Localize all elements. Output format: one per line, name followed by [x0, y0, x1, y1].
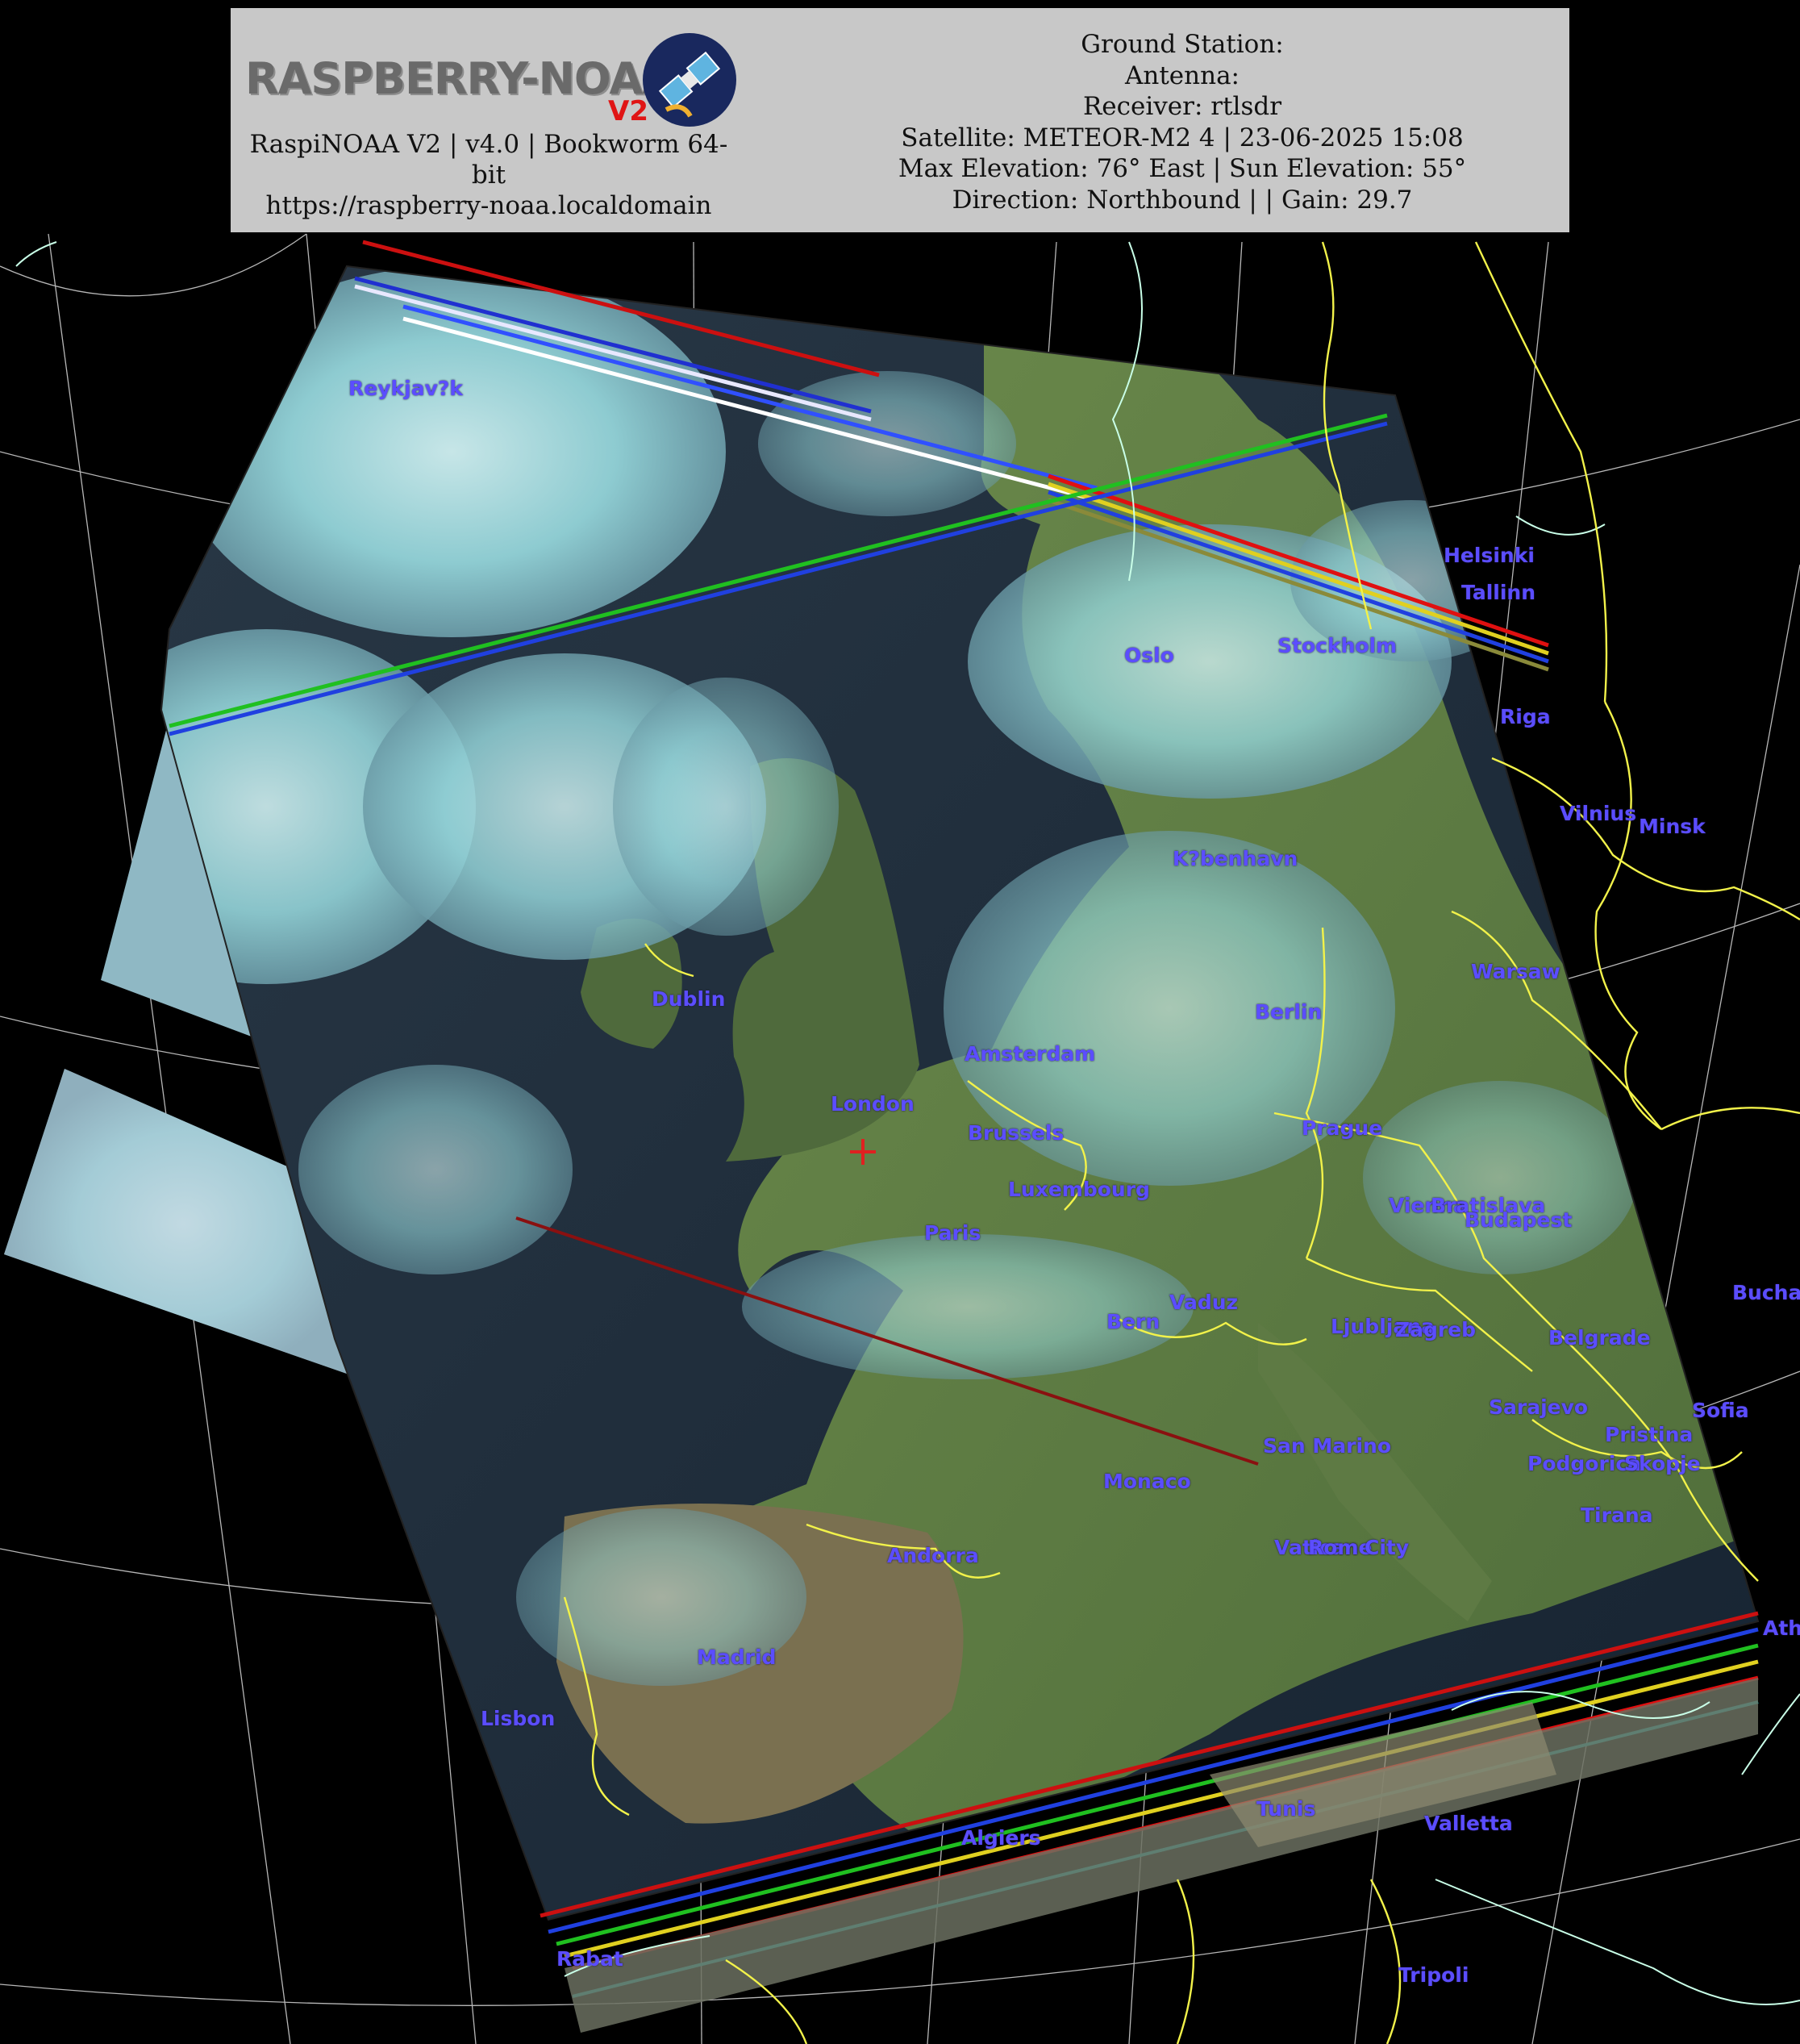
city-label: Stockholm	[1277, 634, 1398, 657]
antenna-line: Antenna:	[1124, 60, 1240, 90]
city-label: Tripoli	[1398, 1963, 1469, 1987]
direction-line: Direction: Northbound | | Gain: 29.7	[952, 185, 1413, 215]
city-label: Zagreb	[1395, 1318, 1477, 1341]
city-label: Pristina	[1605, 1423, 1694, 1446]
city-label: Rome	[1308, 1536, 1373, 1559]
info-line: https://raspberry-noaa.localdomain	[265, 191, 712, 220]
logo: RASPBERRY-NOAA V2	[239, 15, 739, 136]
city-label: Belgrade	[1548, 1326, 1651, 1349]
ground-station-line: Ground Station:	[1081, 30, 1284, 59]
city-label: Sarajevo	[1489, 1395, 1589, 1419]
city-label: Dublin	[652, 987, 726, 1011]
city-label: Luxembourg	[1008, 1178, 1150, 1201]
city-label: Sofia	[1692, 1399, 1749, 1422]
city-label: Bucha	[1732, 1281, 1800, 1304]
info-line: bit	[471, 161, 506, 190]
city-label: Monaco	[1103, 1470, 1191, 1493]
pass-info: Ground Station: Antenna: Receiver: rtlsd…	[795, 29, 1569, 215]
city-label: Reykjav?k	[348, 377, 463, 400]
system-info: RaspiNOAA V2 | v4.0 | Bookworm 64- bit h…	[231, 129, 747, 221]
satellite-map	[0, 0, 1800, 2044]
city-label: Algiers	[961, 1826, 1041, 1850]
city-label: City	[1365, 1536, 1410, 1559]
city-label: Vilnius	[1560, 802, 1637, 825]
city-label: Helsinki	[1444, 544, 1535, 567]
city-label: Tallinn	[1461, 581, 1536, 604]
city-label: London	[831, 1092, 915, 1116]
city-label: Minsk	[1639, 815, 1706, 838]
elevation-line: Max Elevation: 76° East | Sun Elevation:…	[898, 154, 1467, 183]
city-label: Vaduz	[1169, 1291, 1239, 1314]
city-label: Skopje	[1624, 1452, 1701, 1475]
receiver-line: Receiver: rtlsdr	[1082, 92, 1282, 121]
city-label: Oslo	[1124, 644, 1174, 667]
info-header: RASPBERRY-NOAA V2 RaspiNOAA V2 | v4.0 | …	[231, 8, 1569, 232]
city-label: Rabat	[556, 1947, 623, 1971]
city-label: Tirana	[1581, 1504, 1653, 1527]
city-label: Andorra	[887, 1544, 979, 1567]
city-label: Berlin	[1255, 1000, 1323, 1024]
city-label: San Marino	[1263, 1434, 1391, 1458]
city-label: Paris	[924, 1221, 981, 1245]
info-line: RaspiNOAA V2 | v4.0 | Bookworm 64-	[249, 130, 728, 159]
city-label: Warsaw	[1471, 960, 1560, 983]
satellite-line: Satellite: METEOR-M2 4 | 23-06-2025 15:0…	[901, 123, 1464, 152]
city-label: Bern	[1106, 1310, 1160, 1333]
city-label: Budapest	[1465, 1208, 1573, 1232]
city-label: K?benhavn	[1173, 847, 1298, 870]
city-label: Amsterdam	[965, 1042, 1096, 1066]
city-label: Lisbon	[481, 1707, 556, 1730]
city-label: Brussels	[968, 1121, 1065, 1145]
city-label: Valletta	[1424, 1812, 1513, 1835]
city-label: Prague	[1302, 1116, 1383, 1140]
city-label: Madrid	[697, 1646, 777, 1669]
satellite-logo-icon	[643, 33, 736, 127]
city-label: Tunis	[1256, 1797, 1316, 1821]
city-label: Riga	[1500, 705, 1551, 728]
city-label: Athe	[1763, 1616, 1800, 1640]
